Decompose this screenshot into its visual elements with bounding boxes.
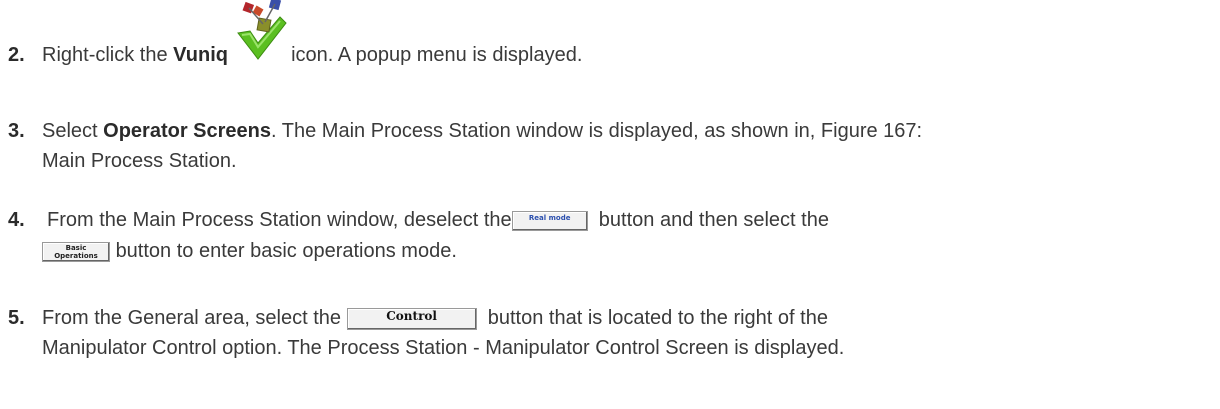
vuniq-icon-wrapper	[234, 0, 287, 71]
step-text: Main Process Station.	[42, 150, 237, 172]
step-text: Manipulator Control option. The Process …	[42, 337, 845, 359]
step-number: 4.	[8, 209, 25, 231]
real-mode-button[interactable]: Real mode	[511, 210, 588, 231]
step-text: From the Main Process Station window, de…	[47, 209, 829, 231]
step-number: 5.	[8, 307, 25, 329]
vuniq-checkmark-icon	[236, 0, 287, 60]
vuniq-label: Vuniq	[173, 44, 228, 66]
step-text: Right-click the Vuniq icon. A popup menu…	[42, 0, 582, 71]
step-number: 3.	[8, 120, 25, 142]
basic-operations-button[interactable]: Basic Operations	[42, 241, 110, 262]
control-button[interactable]: Control	[346, 307, 477, 330]
operator-screens-label: Operator Screens	[103, 120, 272, 142]
step-number: 2.	[8, 44, 25, 66]
step-text: Select Operator Screens. The Main Proces…	[42, 120, 923, 142]
step-text: Basic Operations button to enter basic op…	[42, 236, 457, 266]
step-text: From the General area, select the Contro…	[42, 307, 828, 330]
